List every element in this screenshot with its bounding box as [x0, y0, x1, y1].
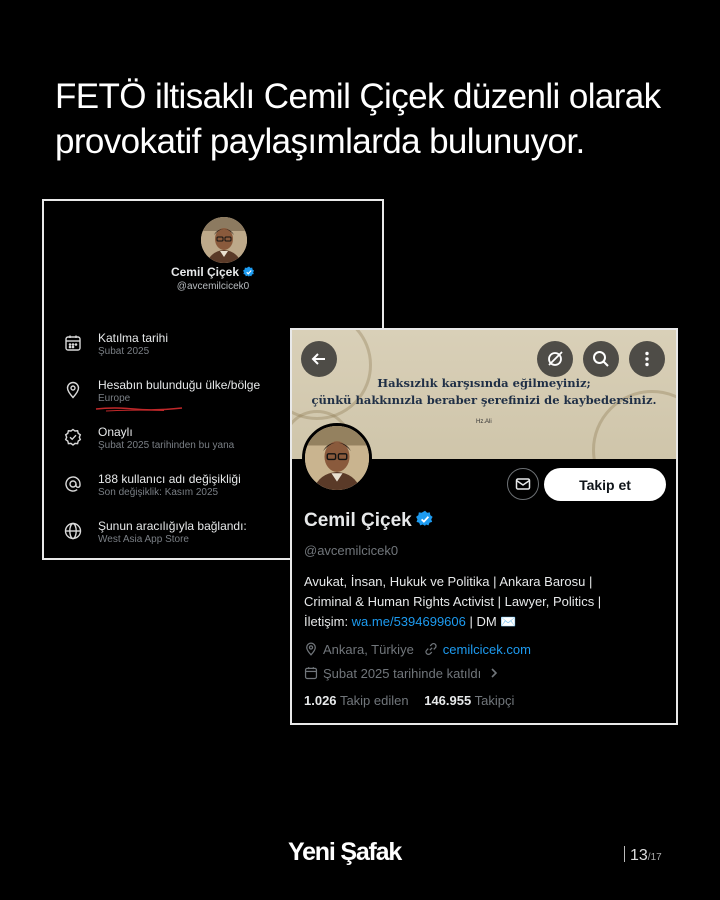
- profile-bio: Avukat, İnsan, Hukuk ve Politika | Ankar…: [304, 572, 664, 632]
- follow-button[interactable]: Takip et: [544, 468, 666, 501]
- headline-line-1: FETÖ iltisaklı Cemil Çiçek düzenli olara…: [55, 77, 661, 116]
- calendar-icon: [64, 334, 82, 352]
- profile-name-text: Cemil Çiçek: [304, 510, 412, 531]
- verified-badge-icon[interactable]: [415, 510, 434, 534]
- row-value: Şubat 2025 tarihinden bu yana: [98, 440, 235, 451]
- location-pin-icon: [64, 381, 82, 399]
- row-value: Europe: [98, 393, 131, 404]
- row-value: Son değişiklik: Kasım 2025: [98, 487, 219, 498]
- followers-label: Takipçi: [474, 693, 515, 708]
- profile-location: Ankara, Türkiye: [323, 641, 414, 657]
- verified-check-icon: [64, 428, 82, 446]
- brand-logo: Yeni Şafak: [288, 838, 402, 866]
- globe-icon: [64, 522, 82, 540]
- page-indicator: 13/17: [624, 846, 662, 865]
- location-pin-icon: [304, 642, 318, 656]
- grok-button[interactable]: [537, 341, 573, 377]
- red-underline-mark: [95, 407, 183, 412]
- profile-avatar[interactable]: [302, 423, 372, 493]
- banner-signature: Hz.Ali: [476, 419, 492, 425]
- account-name-text: Cemil Çiçek: [170, 265, 240, 279]
- back-button[interactable]: [301, 341, 337, 377]
- bio-line: Avukat, İnsan, Hukuk ve Politika | Ankar…: [304, 574, 593, 589]
- search-button[interactable]: [583, 341, 619, 377]
- profile-location-website: Ankara, Türkiye cemilcicek.com: [304, 640, 531, 658]
- chevron-right-icon: [489, 666, 499, 681]
- row-label: 188 kullanıcı adı değişikliği: [98, 472, 241, 486]
- row-value: Şubat 2025: [98, 346, 150, 357]
- headline-line-2: provokatif paylaşımlarda bulunuyor.: [55, 122, 585, 161]
- following-label: Takip edilen: [339, 693, 409, 708]
- following-count: 1.026: [304, 693, 337, 708]
- banner-quote-line-2: çünkü hakkınızla beraber şerefinizi de k…: [311, 393, 657, 407]
- account-name: Cemil Çiçek: [44, 265, 382, 281]
- profile-stats: 1.026 Takip edilen 146.955 Takipçi: [304, 693, 514, 708]
- more-options-button[interactable]: [629, 341, 665, 377]
- more-vertical-icon: [645, 351, 649, 367]
- page-current: 13: [630, 847, 648, 864]
- followers-count: 146.955: [424, 693, 472, 708]
- profile-website-link[interactable]: cemilcicek.com: [443, 642, 531, 657]
- grok-icon: [548, 351, 563, 366]
- search-icon: [593, 351, 609, 367]
- whatsapp-link[interactable]: wa.me/5394699606: [352, 614, 466, 629]
- banner-quote-line-1: Haksızlık karşısında eğilmeyiniz;: [377, 376, 591, 390]
- row-label: Hesabın bulunduğu ülke/bölge: [98, 378, 261, 392]
- bio-contact-prefix: İletişim:: [304, 614, 352, 629]
- at-sign-icon: [64, 475, 82, 493]
- followers-stat[interactable]: 146.955 Takipçi: [424, 693, 514, 708]
- profile-joined[interactable]: Şubat 2025 tarihinde katıldı: [304, 664, 499, 682]
- row-label: Onaylı: [98, 425, 133, 439]
- row-value: West Asia App Store: [98, 534, 189, 545]
- bio-contact-suffix: | DM ✉️: [465, 614, 517, 629]
- row-label: Şunun aracılığıyla bağlandı:: [98, 519, 247, 533]
- verified-badge-icon: [243, 266, 255, 281]
- link-icon: [424, 642, 438, 656]
- account-handle: @avcemilcicek0: [176, 281, 250, 292]
- message-button[interactable]: [507, 468, 539, 500]
- avatar[interactable]: [201, 217, 247, 263]
- following-stat[interactable]: 1.026 Takip edilen: [304, 693, 409, 708]
- bio-contact-line: İletişim: wa.me/5394699606 | DM ✉️: [304, 612, 664, 632]
- profile-joined-text: Şubat 2025 tarihinde katıldı: [323, 665, 482, 681]
- arrow-left-icon: [311, 353, 325, 365]
- headline: FETÖ iltisaklı Cemil Çiçek düzenli olara…: [55, 74, 675, 164]
- pager-divider: [624, 846, 625, 862]
- row-label: Katılma tarihi: [98, 331, 169, 345]
- bio-line: Criminal & Human Rights Activist | Lawye…: [304, 594, 602, 609]
- page-total: /17: [647, 852, 662, 863]
- calendar-icon: [304, 666, 318, 680]
- mail-icon: [515, 478, 531, 490]
- profile-card: Haksızlık karşısında eğilmeyiniz; çünkü …: [290, 328, 678, 725]
- profile-handle: @avcemilcicek0: [304, 543, 399, 558]
- profile-name: Cemil Çiçek: [304, 510, 434, 534]
